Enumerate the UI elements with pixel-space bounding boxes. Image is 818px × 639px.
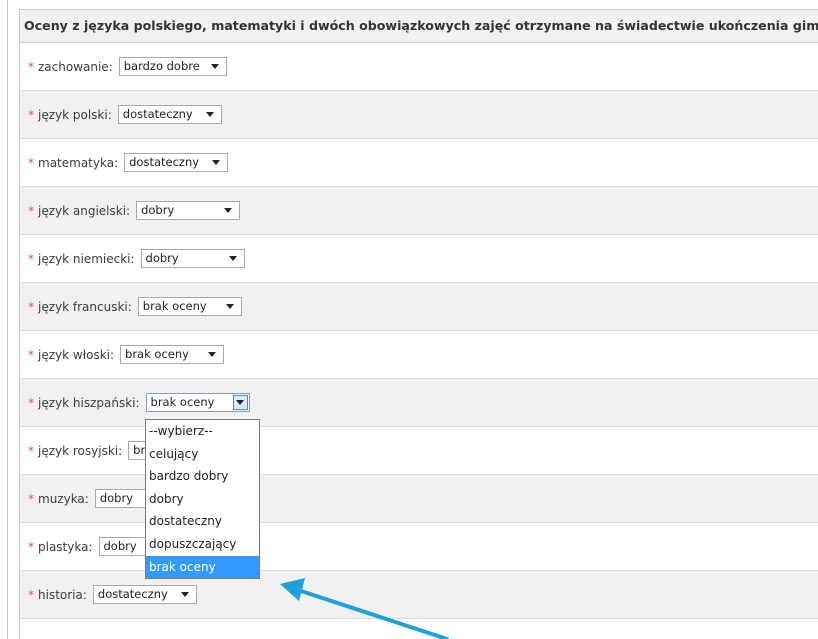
grade-select-jezyk-angielski[interactable]: dobry — [136, 201, 241, 220]
grade-select-jezyk-niemiecki[interactable]: dobry — [140, 249, 245, 268]
field-label: język polski: — [38, 107, 112, 122]
row-historia: * historia: dostateczny — [20, 571, 818, 619]
row-jezyk-wloski: * język włoski: brak oceny — [20, 331, 818, 379]
select-value: dobry — [99, 491, 134, 505]
required-marker: * — [28, 251, 34, 266]
grade-select-jezyk-francuski[interactable]: brak oceny — [137, 297, 242, 316]
select-value: dobry — [141, 203, 175, 217]
field-label: język francuski: — [38, 299, 132, 314]
field-label: zachowanie: — [38, 59, 113, 74]
field-label: muzyka: — [38, 491, 89, 506]
row-muzyka: * muzyka: dobry — [20, 475, 818, 523]
grade-select-historia[interactable]: dostateczny — [92, 585, 197, 604]
row-jezyk-rosyjski: * język rosyjski: brak oceny — [20, 427, 818, 475]
dropdown-option[interactable]: dostateczny — [146, 510, 259, 533]
field-label: język hiszpański: — [38, 395, 140, 410]
select-value: dobry — [145, 251, 179, 265]
row-plastyka: * plastyka: dobry — [20, 523, 818, 571]
required-marker: * — [28, 347, 34, 362]
required-marker: * — [28, 443, 34, 458]
required-marker: * — [28, 203, 34, 218]
dropdown-option-selected[interactable]: brak oceny — [146, 555, 259, 579]
select-value: bardzo dobre — [123, 59, 200, 73]
required-marker: * — [28, 491, 34, 506]
field-label: język włoski: — [38, 347, 115, 362]
grades-panel: Oceny z języka polskiego, matematyki i d… — [19, 9, 818, 639]
grade-dropdown-list: --wybierz-- celujący bardzo dobry dobry … — [145, 419, 260, 580]
required-marker: * — [28, 107, 34, 122]
grade-select-jezyk-hiszpanski[interactable]: brak oceny — [145, 393, 250, 412]
chevron-down-icon[interactable] — [203, 106, 217, 123]
select-value: dostateczny — [129, 155, 200, 169]
select-value: brak oceny — [150, 395, 215, 409]
row-jezyk-hiszpanski: * język hiszpański: brak oceny — [20, 379, 818, 427]
chevron-down-icon[interactable] — [226, 250, 240, 267]
chevron-down-icon[interactable] — [209, 154, 223, 171]
row-zachowanie: * zachowanie: bardzo dobre — [20, 43, 818, 91]
section-header: Oceny z języka polskiego, matematyki i d… — [20, 9, 818, 43]
select-value: dostateczny — [122, 107, 193, 121]
required-marker: * — [28, 587, 34, 602]
required-marker: * — [28, 395, 34, 410]
select-value: dostateczny — [97, 587, 168, 601]
field-label: język angielski: — [38, 203, 131, 218]
field-label: matematyka: — [38, 155, 119, 170]
dropdown-option[interactable]: dobry — [146, 488, 259, 511]
dropdown-option[interactable]: dopuszczający — [146, 533, 259, 556]
row-jezyk-francuski: * język francuski: brak oceny — [20, 283, 818, 331]
grade-select-matematyka[interactable]: dostateczny — [124, 153, 229, 172]
chevron-down-icon[interactable] — [221, 202, 235, 219]
field-label: plastyka: — [38, 539, 93, 554]
field-label: język niemiecki: — [38, 251, 135, 266]
row-jezyk-polski: * język polski: dostateczny — [20, 91, 818, 139]
row-jezyk-niemiecki: * język niemiecki: dobry — [20, 235, 818, 283]
select-value: dobry — [103, 539, 137, 553]
chevron-down-icon[interactable] — [205, 346, 219, 363]
row-jezyk-angielski: * język angielski: dobry — [20, 187, 818, 235]
field-label: język rosyjski: — [38, 443, 123, 458]
grade-select-jezyk-wloski[interactable]: brak oceny — [120, 345, 225, 364]
row-matematyka: * matematyka: dostateczny — [20, 139, 818, 187]
required-marker: * — [28, 539, 34, 554]
grade-select-zachowanie[interactable]: bardzo dobre — [118, 57, 227, 76]
select-value: brak oceny — [142, 299, 207, 313]
dropdown-option[interactable]: bardzo dobry — [146, 465, 259, 488]
field-label: historia: — [38, 587, 87, 602]
grade-select-jezyk-polski[interactable]: dostateczny — [117, 105, 222, 124]
chevron-down-icon[interactable] — [232, 395, 248, 410]
select-value: brak oceny — [125, 347, 189, 361]
chevron-down-icon[interactable] — [208, 58, 222, 75]
chevron-down-icon[interactable] — [223, 298, 237, 315]
required-marker: * — [28, 155, 34, 170]
required-marker: * — [28, 59, 34, 74]
dropdown-option[interactable]: --wybierz-- — [146, 420, 259, 443]
required-marker: * — [28, 299, 34, 314]
chevron-down-icon[interactable] — [178, 586, 192, 603]
left-border — [7, 0, 8, 639]
dropdown-option[interactable]: celujący — [146, 443, 259, 466]
